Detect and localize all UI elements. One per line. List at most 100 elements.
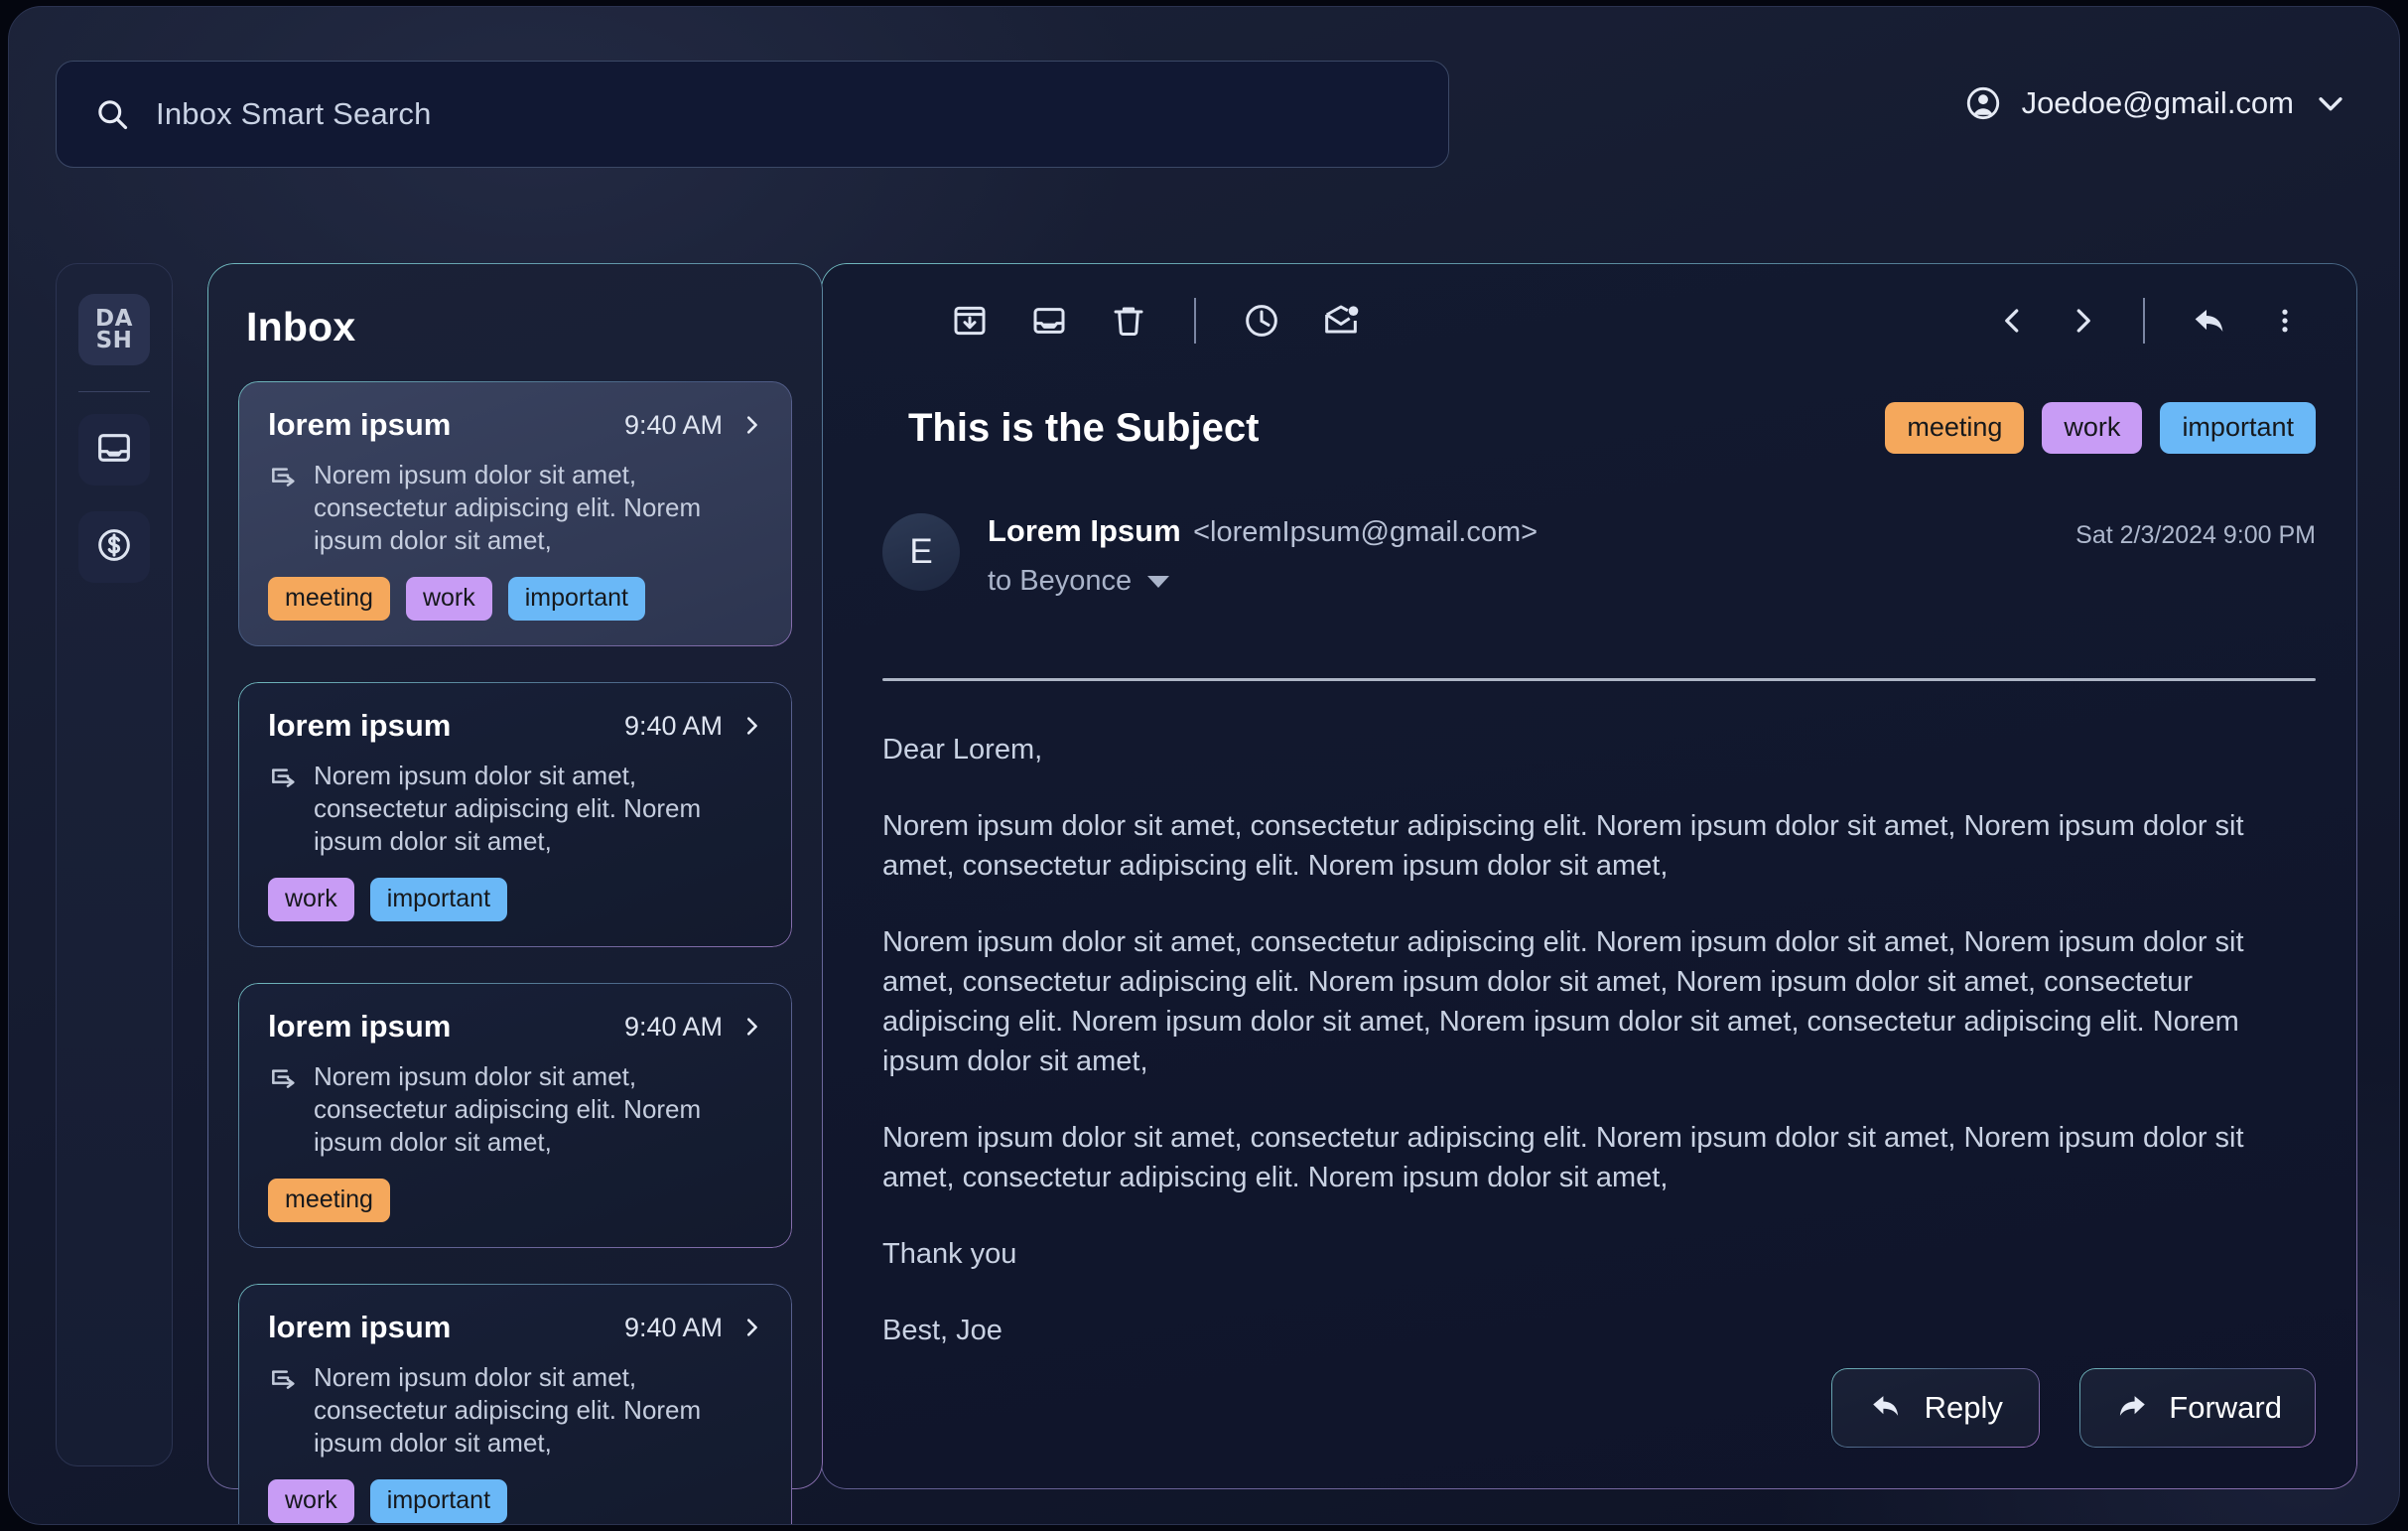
sidebar-item-billing[interactable] <box>78 511 150 583</box>
email-item-time: 9:40 AM <box>623 710 723 741</box>
email-item-preview: Norem ipsum dolor sit amet, consectetur … <box>268 1060 762 1159</box>
sender-line: Lorem Ipsum <loremIpsum@gmail.com> <box>988 513 1538 549</box>
email-item-header: lorem ipsum 9:40 AM <box>268 1009 762 1044</box>
email-item-time: 9:40 AM <box>623 1312 723 1342</box>
email-item-sender: lorem ipsum <box>268 407 452 442</box>
sidebar-item-inbox[interactable] <box>78 414 150 486</box>
email-date: Sat 2/3/2024 9:00 PM <box>2075 521 2316 549</box>
account-circle-icon <box>1964 84 2002 122</box>
email-list-item[interactable]: lorem ipsum 9:40 AM Norem ipsum dolor si… <box>238 983 792 1248</box>
email-item-tags: meeting work important <box>268 577 762 621</box>
email-item-meta: 9:40 AM <box>624 1012 762 1043</box>
email-item-tags: work important <box>268 1479 762 1523</box>
email-item-preview: Norem ipsum dolor sit amet, consectetur … <box>268 459 762 557</box>
tag-work[interactable]: work <box>2042 402 2143 454</box>
recipient-label: to Beyonce <box>988 565 1133 597</box>
email-item-preview: Norem ipsum dolor sit amet, consectetur … <box>268 1361 762 1460</box>
email-list-item[interactable]: lorem ipsum 9:40 AM Norem ipsum dolor si… <box>238 682 792 947</box>
chevron-right-icon[interactable] <box>2068 306 2097 336</box>
tag-meeting[interactable]: meeting <box>1885 402 2025 454</box>
search-input[interactable]: Inbox Smart Search <box>56 61 1449 168</box>
email-body: Dear Lorem, Norem ipsum dolor sit amet, … <box>882 730 2310 1350</box>
more-vertical-icon[interactable] <box>2270 306 2300 336</box>
chevron-right-icon[interactable] <box>740 715 762 737</box>
tag-work[interactable]: work <box>268 1479 354 1523</box>
inbox-tray-icon[interactable] <box>1029 301 1069 341</box>
body-paragraph: Best, Joe <box>882 1315 1003 1346</box>
email-detail-panel: This is the Subject meeting work importa… <box>821 263 2357 1489</box>
sender-row: E Lorem Ipsum <loremIpsum@gmail.com> to … <box>882 513 2316 598</box>
account-menu[interactable]: Joedoe@gmail.com <box>1964 84 2347 122</box>
forward-arrow-icon <box>2113 1388 2149 1429</box>
chevron-right-icon[interactable] <box>740 1317 762 1338</box>
account-email: Joedoe@gmail.com <box>2021 85 2294 120</box>
logo-line-2: SH <box>95 328 133 353</box>
mail-unread-icon[interactable] <box>1321 301 1361 341</box>
chevron-left-icon[interactable] <box>1998 306 2028 336</box>
email-item-sender: lorem ipsum <box>268 1009 452 1044</box>
tag-important[interactable]: important <box>507 577 645 621</box>
reply-button[interactable]: Reply <box>1831 1368 2041 1448</box>
tag-important[interactable]: important <box>2160 402 2316 454</box>
avatar: E <box>882 513 960 591</box>
chevron-right-icon[interactable] <box>740 414 762 436</box>
chevron-down-icon[interactable] <box>2314 86 2347 120</box>
email-list-item[interactable]: lorem ipsum 9:40 AM Norem ipsum dolor si… <box>238 1284 792 1524</box>
email-item-sender: lorem ipsum <box>268 708 452 743</box>
inbox-list-panel: Inbox lorem ipsum 9:40 AM Norem ipsum do… <box>207 263 823 1524</box>
toolbar-divider <box>1194 298 1196 344</box>
email-item-preview-text: Norem ipsum dolor sit amet, consectetur … <box>314 761 702 856</box>
inbox-icon <box>94 428 134 473</box>
dollar-coin-icon <box>94 525 134 570</box>
forward-button[interactable]: Forward <box>2079 1368 2316 1448</box>
email-item-preview: Norem ipsum dolor sit amet, consectetur … <box>268 760 762 858</box>
forward-button-label: Forward <box>2169 1390 2282 1425</box>
email-list-item[interactable]: lorem ipsum 9:40 AM Norem ipsum dolor si… <box>238 381 792 646</box>
chevron-right-icon[interactable] <box>740 1016 762 1038</box>
body-paragraph: Norem ipsum dolor sit amet, consectetur … <box>882 810 2244 882</box>
app-logo[interactable]: DA SH <box>78 294 150 365</box>
subject-row: This is the Subject meeting work importa… <box>908 402 2316 454</box>
detail-toolbar <box>821 263 2357 378</box>
body-paragraph: Dear Lorem, <box>882 734 1043 766</box>
tag-important[interactable]: important <box>369 1479 508 1523</box>
tag-meeting[interactable]: meeting <box>268 577 390 621</box>
app-logo-text: DA SH <box>95 308 133 353</box>
subject-lines-icon <box>268 1064 300 1096</box>
tag-work[interactable]: work <box>268 878 354 921</box>
toolbar-divider-right <box>2143 298 2145 344</box>
email-item-sender: lorem ipsum <box>268 1310 452 1344</box>
email-item-header: lorem ipsum 9:40 AM <box>268 708 762 744</box>
caret-down-icon <box>1147 575 1170 588</box>
tag-meeting[interactable]: meeting <box>268 1179 390 1222</box>
subject-lines-icon <box>268 764 300 795</box>
top-bar: Inbox Smart Search Joedoe@gmail.com <box>9 7 2399 196</box>
reply-arrow-icon <box>1869 1388 1905 1429</box>
email-item-header: lorem ipsum 9:40 AM <box>268 407 762 443</box>
archive-down-icon[interactable] <box>950 301 990 341</box>
email-subject: This is the Subject <box>908 405 1260 450</box>
email-item-meta: 9:40 AM <box>624 1313 762 1343</box>
email-item-preview-text: Norem ipsum dolor sit amet, consectetur … <box>314 1362 702 1458</box>
email-item-preview-text: Norem ipsum dolor sit amet, consectetur … <box>314 460 702 555</box>
detail-toolbar-left <box>950 298 1361 344</box>
body-paragraph: Norem ipsum dolor sit amet, consectetur … <box>882 926 2244 1077</box>
tag-important[interactable]: important <box>369 878 508 921</box>
sidebar-rail: DA SH <box>56 263 173 1466</box>
email-item-time: 9:40 AM <box>623 1011 723 1042</box>
trash-icon[interactable] <box>1109 301 1148 341</box>
email-item-meta: 9:40 AM <box>624 410 762 441</box>
email-item-header: lorem ipsum 9:40 AM <box>268 1310 762 1345</box>
sidebar-divider <box>78 391 150 392</box>
email-item-tags: work important <box>268 878 762 921</box>
clock-icon[interactable] <box>1242 301 1281 341</box>
email-item-meta: 9:40 AM <box>624 711 762 742</box>
sender-info: Lorem Ipsum <loremIpsum@gmail.com> to Be… <box>988 513 1538 598</box>
reply-arrow-icon[interactable] <box>2191 301 2230 341</box>
reply-button-label: Reply <box>1924 1390 2003 1425</box>
recipient-toggle[interactable]: to Beyonce <box>988 565 1538 598</box>
body-paragraph: Thank you <box>882 1238 1017 1270</box>
detail-toolbar-right <box>1998 298 2300 344</box>
email-item-time: 9:40 AM <box>623 409 723 440</box>
tag-work[interactable]: work <box>405 577 492 621</box>
